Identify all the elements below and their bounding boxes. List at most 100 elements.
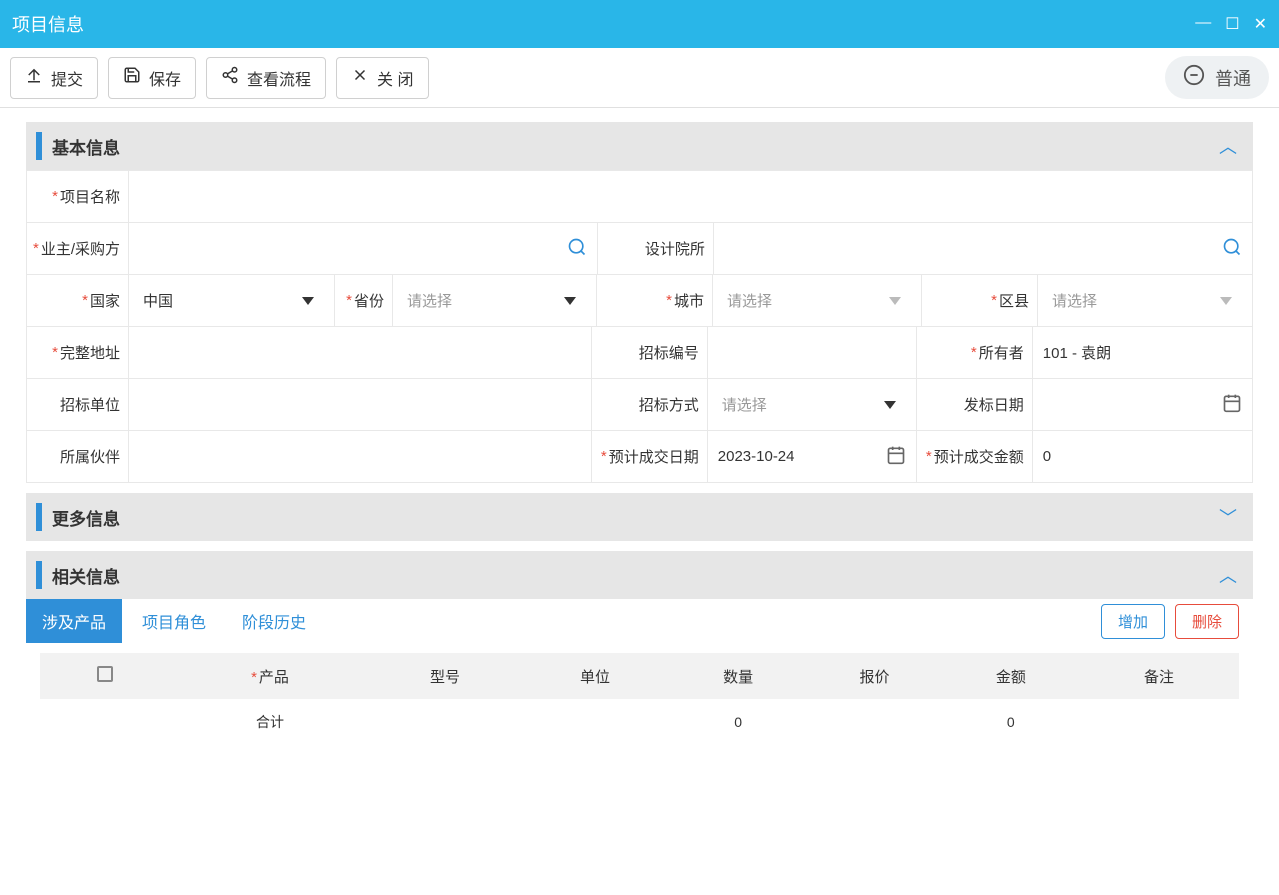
section-basic-header[interactable]: 基本信息 ︿ (26, 122, 1253, 170)
delete-button[interactable]: 删除 (1175, 604, 1239, 639)
window-titlebar: 项目信息 — ☐ ✕ (0, 0, 1279, 48)
total-qty: 0 (670, 714, 806, 730)
label-bid-no: 招标编号 (592, 327, 708, 379)
calendar-icon[interactable] (1222, 393, 1242, 416)
label-est-deal-date: *预计成交日期 (592, 431, 708, 483)
products-table: *产品 型号 单位 数量 报价 金额 备注 合计 0 0 (40, 653, 1239, 745)
label-project-name: *项目名称 (27, 171, 129, 223)
tab-history[interactable]: 阶段历史 (226, 599, 322, 643)
minimize-icon[interactable]: — (1195, 14, 1211, 34)
col-quote: 报价 (806, 666, 942, 687)
select-all-checkbox[interactable] (97, 666, 113, 682)
status-pill[interactable]: 普通 (1165, 56, 1269, 99)
section-related-header[interactable]: 相关信息 ︿ (26, 551, 1253, 599)
chevron-up-icon: ︿ (1219, 562, 1237, 588)
label-province: *省份 (335, 275, 393, 327)
select-bid-method[interactable]: 请选择 (708, 379, 917, 431)
close-window-icon[interactable]: ✕ (1254, 14, 1267, 34)
label-bid-unit: 招标单位 (27, 379, 129, 431)
search-icon[interactable] (567, 237, 587, 260)
input-owner-buyer[interactable] (129, 223, 598, 275)
status-label: 普通 (1215, 65, 1251, 91)
chevron-down-icon (1220, 297, 1232, 305)
col-qty: 数量 (670, 666, 806, 687)
accent-bar (36, 561, 42, 589)
save-icon (123, 66, 141, 89)
chevron-up-icon: ︿ (1219, 133, 1237, 159)
close-button[interactable]: 关 闭 (336, 57, 428, 99)
input-full-address[interactable] (129, 327, 592, 379)
view-flow-label: 查看流程 (247, 66, 311, 90)
total-label: 合计 (170, 712, 370, 732)
submit-button[interactable]: 提交 (10, 57, 98, 99)
toolbar: 提交 保存 查看流程 关 闭 普通 (0, 48, 1279, 108)
col-remark: 备注 (1079, 666, 1239, 687)
chevron-down-icon: ﹀ (1219, 504, 1237, 530)
add-button[interactable]: 增加 (1101, 604, 1165, 639)
input-est-deal-amount[interactable]: 0 (1033, 431, 1253, 483)
label-district: *区县 (922, 275, 1038, 327)
section-related: 相关信息 ︿ 涉及产品 项目角色 阶段历史 增加 删除 *产品 型号 单位 数量… (26, 551, 1253, 745)
accent-bar (36, 503, 42, 531)
total-amount: 0 (943, 714, 1079, 730)
label-owner: *所有者 (917, 327, 1033, 379)
label-city: *城市 (597, 275, 713, 327)
window-title: 项目信息 (12, 11, 84, 37)
select-country[interactable]: 中国 (129, 275, 335, 327)
section-more-title: 更多信息 (52, 505, 120, 530)
label-issue-date: 发标日期 (917, 379, 1033, 431)
label-partner: 所属伙伴 (27, 431, 129, 483)
input-design-inst[interactable] (714, 223, 1253, 275)
upload-icon (25, 66, 43, 89)
input-project-name[interactable] (129, 171, 1253, 223)
input-bid-unit[interactable] (129, 379, 592, 431)
content-area: 基本信息 ︿ *项目名称 *业主/采购方 设计院所 (0, 108, 1279, 769)
label-design-inst: 设计院所 (598, 223, 714, 275)
search-icon[interactable] (1222, 237, 1242, 260)
minus-circle-icon (1183, 64, 1205, 91)
select-city[interactable]: 请选择 (713, 275, 922, 327)
section-basic-title: 基本信息 (52, 134, 120, 159)
label-owner-buyer: *业主/采购方 (27, 223, 129, 275)
tab-roles[interactable]: 项目角色 (126, 599, 222, 643)
close-label: 关 闭 (377, 66, 413, 90)
input-issue-date[interactable] (1033, 379, 1253, 431)
input-owner[interactable]: 101 - 袁朗 (1033, 327, 1253, 379)
input-partner[interactable] (129, 431, 592, 483)
label-est-deal-amount: *预计成交金额 (917, 431, 1033, 483)
tabs-row: 涉及产品 项目角色 阶段历史 增加 删除 (26, 599, 1253, 643)
chevron-down-icon (889, 297, 901, 305)
basic-form: *项目名称 *业主/采购方 设计院所 *国家 中国 (26, 170, 1253, 483)
col-product: *产品 (170, 666, 370, 687)
col-model: 型号 (370, 666, 520, 687)
share-icon (221, 66, 239, 89)
select-district[interactable]: 请选择 (1038, 275, 1253, 327)
select-province[interactable]: 请选择 (393, 275, 597, 327)
col-amount: 金额 (943, 666, 1079, 687)
label-full-address: *完整地址 (27, 327, 129, 379)
chevron-down-icon (564, 297, 576, 305)
submit-label: 提交 (51, 66, 83, 90)
window-controls: — ☐ ✕ (1195, 14, 1267, 34)
table-total-row: 合计 0 0 (40, 699, 1239, 745)
calendar-icon[interactable] (886, 445, 906, 468)
chevron-down-icon (302, 297, 314, 305)
close-icon (351, 66, 369, 89)
col-unit: 单位 (520, 666, 670, 687)
maximize-icon[interactable]: ☐ (1225, 14, 1239, 34)
input-est-deal-date[interactable]: 2023-10-24 (708, 431, 917, 483)
label-country: *国家 (27, 275, 129, 327)
chevron-down-icon (884, 401, 896, 409)
save-button[interactable]: 保存 (108, 57, 196, 99)
section-more: 更多信息 ﹀ (26, 493, 1253, 541)
tab-products[interactable]: 涉及产品 (26, 599, 122, 643)
label-bid-method: 招标方式 (592, 379, 708, 431)
input-bid-no[interactable] (708, 327, 917, 379)
save-label: 保存 (149, 66, 181, 90)
view-flow-button[interactable]: 查看流程 (206, 57, 326, 99)
accent-bar (36, 132, 42, 160)
section-basic: 基本信息 ︿ *项目名称 *业主/采购方 设计院所 (26, 122, 1253, 483)
table-header: *产品 型号 单位 数量 报价 金额 备注 (40, 653, 1239, 699)
section-related-title: 相关信息 (52, 563, 120, 588)
section-more-header[interactable]: 更多信息 ﹀ (26, 493, 1253, 541)
